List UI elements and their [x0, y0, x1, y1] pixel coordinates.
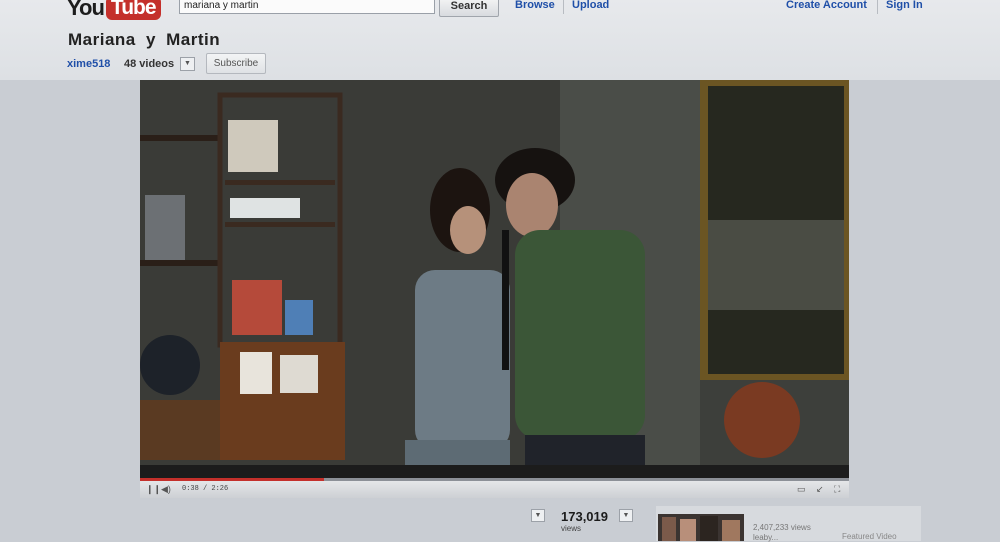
youtube-logo[interactable]: You Tube	[67, 0, 161, 22]
related-video-views: 2,407,233 views	[753, 523, 811, 532]
popout-icon[interactable]: ↙	[816, 484, 824, 495]
nav-upload[interactable]: Upload	[572, 0, 609, 11]
featured-video-tag: Featured Video	[842, 532, 897, 541]
view-count: 173,019	[561, 509, 608, 524]
search-input[interactable]	[179, 0, 435, 14]
logo-tube-text: Tube	[105, 0, 161, 20]
chevron-down-icon[interactable]: ▼	[531, 509, 545, 522]
chevron-down-icon[interactable]: ▼	[619, 509, 633, 522]
progress-fill	[140, 478, 325, 481]
create-account-link[interactable]: Create Account	[786, 0, 867, 11]
related-video-item[interactable]: 2,407,233 views leaby... Featured Video	[656, 506, 921, 542]
pause-icon[interactable]: ❙❙	[146, 484, 161, 495]
thumbnail-image	[658, 514, 744, 541]
progress-bar[interactable]	[140, 478, 849, 481]
video-frame[interactable]	[140, 80, 849, 478]
chevron-down-icon[interactable]: ▼	[180, 57, 195, 71]
player-controls: ❙❙ ◀) 0:38 / 2:26 ▭ ↙ ⛶	[140, 478, 849, 498]
volume-icon[interactable]: ◀)	[161, 484, 171, 495]
fullscreen-icon[interactable]: ⛶	[834, 484, 840, 495]
nav-divider	[563, 0, 564, 14]
subscribe-button[interactable]: Subscribe	[206, 53, 266, 74]
video-count: 48 videos	[124, 58, 175, 70]
sign-in-link[interactable]: Sign In	[886, 0, 923, 11]
time-display: 0:38 / 2:26	[182, 485, 229, 493]
video-title: Mariana y Martin	[68, 30, 221, 49]
search-button[interactable]: Search	[439, 0, 499, 17]
video-player[interactable]: ❙❙ ◀) 0:38 / 2:26 ▭ ↙ ⛶	[140, 80, 849, 498]
related-video-thumbnail[interactable]	[658, 514, 744, 541]
nav-browse[interactable]: Browse	[515, 0, 555, 11]
logo-you-text: You	[67, 0, 105, 20]
view-count-label: views	[561, 524, 582, 533]
channel-link[interactable]: xime518	[67, 58, 110, 70]
screen-size-icon[interactable]: ▭	[797, 484, 806, 495]
nav-divider	[877, 0, 878, 14]
